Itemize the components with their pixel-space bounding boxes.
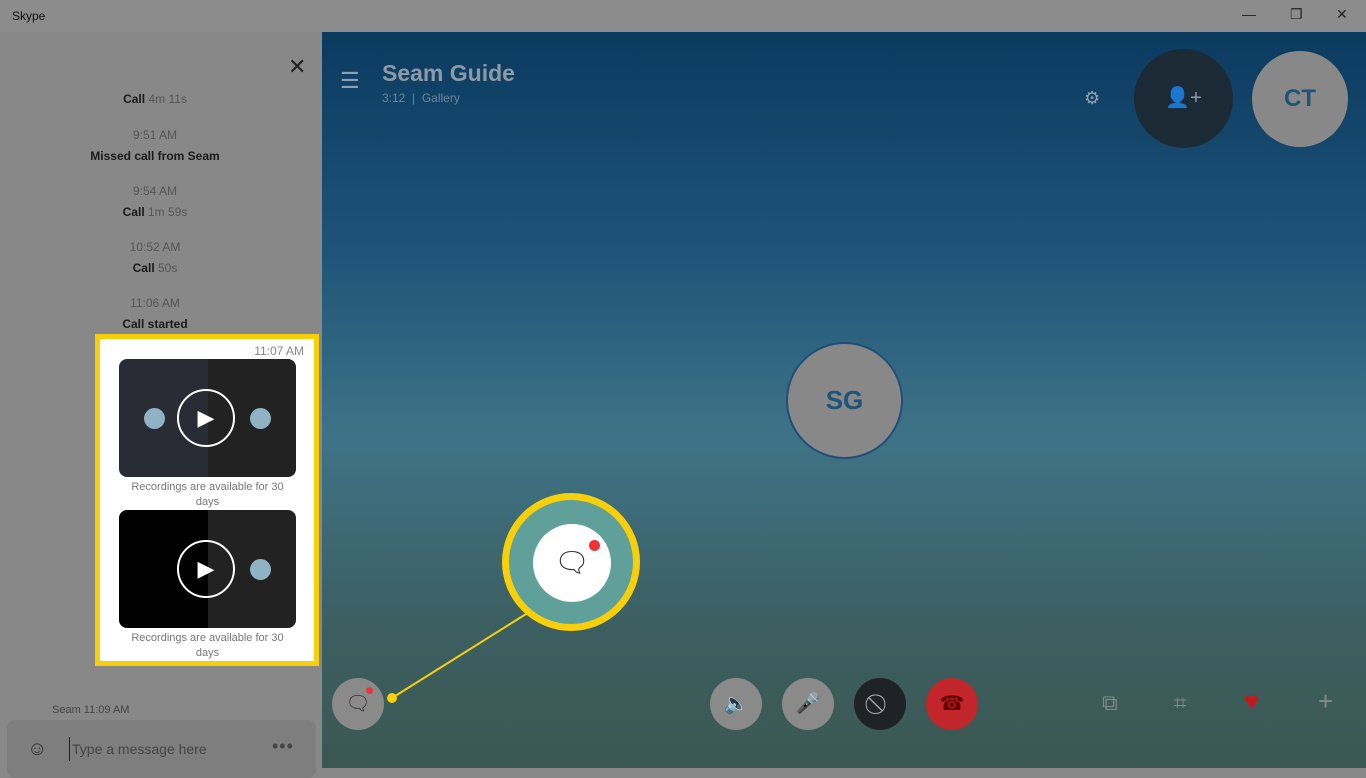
minimize-button[interactable]: — <box>1242 6 1256 22</box>
restore-button[interactable]: ❐ <box>1290 6 1303 23</box>
switch-camera-icon[interactable]: ⧉ <box>1102 690 1118 716</box>
play-icon[interactable]: ▶ <box>177 389 235 447</box>
title-bar: Skype — ❐ ✕ <box>0 0 1366 32</box>
emoji-icon[interactable]: ☺ <box>27 738 47 761</box>
message-input[interactable] <box>69 737 249 761</box>
call-event: 11:06 AM Call started <box>122 296 188 331</box>
avatar-icon <box>144 408 165 429</box>
screenshot-icon[interactable]: ⌗ <box>1174 690 1186 716</box>
end-call-button[interactable]: ☎ <box>926 678 978 730</box>
recording-caption: Recordings are available for 30 days <box>131 481 284 508</box>
call-event: Call 4m 11s <box>123 92 187 106</box>
message-composer: ☺ ••• <box>7 720 316 778</box>
recording-thumbnail[interactable]: ▶ <box>119 510 296 628</box>
video-off-button[interactable]: ⃠ <box>854 678 906 730</box>
call-event: 9:51 AM Missed call from Seam <box>90 128 220 163</box>
chat-button-callout: 🗨 <box>502 493 640 631</box>
close-window-button[interactable]: ✕ <box>1336 6 1348 23</box>
recordings-highlight: 11:07 AM ▶ Recordings are available for … <box>95 334 319 666</box>
app-title: Skype <box>12 9 46 23</box>
chat-button[interactable]: 🗨 <box>332 678 384 730</box>
timestamp: 11:07 AM <box>254 344 304 358</box>
call-view: ☰ Seam Guide 3:12 | Gallery ⚙ 👤+ CT SG 🗨… <box>322 32 1366 768</box>
chat-icon: 🗨 <box>533 524 611 602</box>
close-chat-icon[interactable]: ✕ <box>288 54 306 80</box>
recording-caption: Recordings are available for 30 days <box>131 632 284 659</box>
notification-dot <box>589 540 600 551</box>
avatar-icon <box>250 559 271 580</box>
heart-icon[interactable]: ♥ <box>1244 686 1259 717</box>
avatar-icon <box>250 408 271 429</box>
recording-thumbnail[interactable]: ▶ <box>119 359 296 477</box>
speaker-button[interactable]: 🔈 <box>710 678 762 730</box>
message-header: Seam 11:09 AM <box>52 704 130 716</box>
plus-icon[interactable]: + <box>1318 686 1333 717</box>
play-icon[interactable]: ▶ <box>177 540 235 598</box>
call-event: 10:52 AM Call 50s <box>129 240 181 275</box>
more-options-icon[interactable]: ••• <box>272 736 294 757</box>
call-event: 9:54 AM Call 1m 59s <box>122 184 188 219</box>
microphone-button[interactable]: 🎤 <box>782 678 834 730</box>
callout-line <box>387 608 535 703</box>
